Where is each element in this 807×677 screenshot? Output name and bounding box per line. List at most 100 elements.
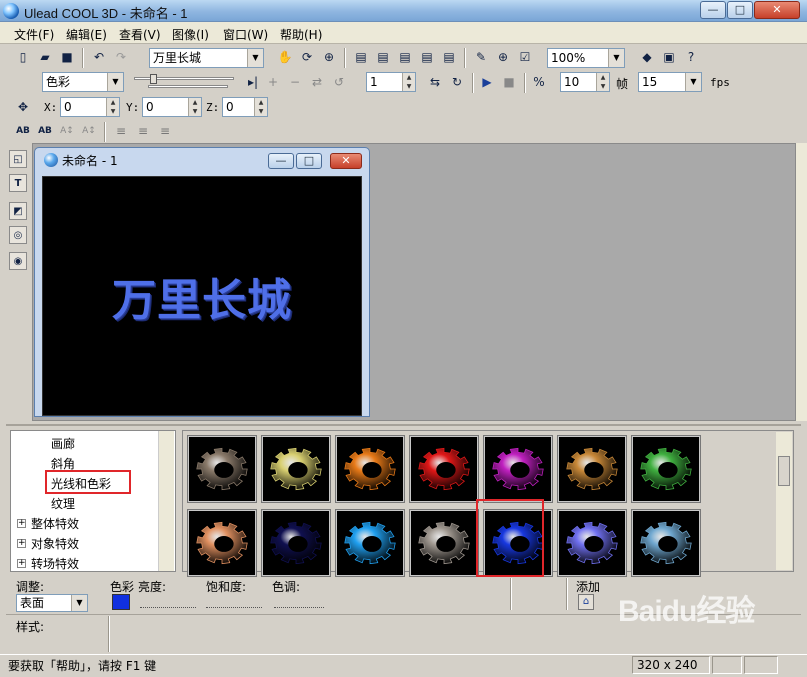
paint-icon[interactable]: ✎ bbox=[472, 48, 490, 66]
spin-arrows-icon[interactable]: ▲ ▼ bbox=[188, 98, 201, 116]
new-file-icon[interactable]: ▯ bbox=[14, 48, 32, 66]
hand-tool-icon[interactable]: ✋ bbox=[276, 48, 294, 66]
tree-group-global[interactable]: 整体特效 bbox=[31, 515, 79, 532]
tree-scrollbar[interactable] bbox=[158, 431, 174, 571]
preset-thumbnail[interactable] bbox=[557, 509, 627, 577]
open-folder-icon[interactable]: ▰ bbox=[36, 48, 54, 66]
doc-minimize-button[interactable]: — bbox=[268, 153, 294, 169]
menu-image[interactable]: 图像(I) bbox=[172, 26, 209, 43]
layer-4-icon[interactable]: ▤ bbox=[418, 48, 436, 66]
align-right-icon[interactable]: ≡ bbox=[156, 122, 174, 140]
add-key-icon[interactable]: + bbox=[264, 73, 282, 91]
expand-plus-icon[interactable]: + bbox=[17, 559, 26, 568]
preset-thumbnail[interactable] bbox=[631, 509, 701, 577]
brightness-slider[interactable] bbox=[140, 598, 196, 608]
effect-icon[interactable]: ◆ bbox=[638, 48, 656, 66]
preset-thumbnail[interactable] bbox=[335, 509, 405, 577]
tree-item-texture[interactable]: 纹理 bbox=[51, 495, 75, 512]
layer-3-icon[interactable]: ▤ bbox=[396, 48, 414, 66]
preset-thumbnail[interactable] bbox=[187, 509, 257, 577]
check-frame-icon[interactable]: ☑ bbox=[516, 48, 534, 66]
y-input[interactable]: 0 ▲ ▼ bbox=[142, 97, 202, 117]
maximize-button[interactable]: □ bbox=[727, 1, 753, 19]
doc-close-button[interactable]: ✕ bbox=[330, 153, 362, 169]
chevron-down-icon[interactable]: ▼ bbox=[608, 49, 624, 67]
layer-1-icon[interactable]: ▤ bbox=[352, 48, 370, 66]
text-style-3-button[interactable]: A↕ bbox=[58, 122, 76, 140]
slider-thumb[interactable] bbox=[150, 74, 157, 84]
spin-arrows-icon[interactable]: ▲ ▼ bbox=[596, 73, 609, 91]
percent-icon[interactable]: % bbox=[530, 73, 548, 91]
refresh-icon[interactable]: ↻ bbox=[448, 73, 466, 91]
tree-group-transition[interactable]: 转场特效 bbox=[31, 555, 79, 571]
gallery-scrollbar[interactable] bbox=[776, 432, 792, 570]
tree-item-gallery[interactable]: 画廊 bbox=[51, 435, 75, 452]
preset-thumbnail[interactable] bbox=[409, 435, 479, 503]
preset-thumbnail[interactable] bbox=[631, 435, 701, 503]
menu-window[interactable]: 窗口(W) bbox=[223, 26, 268, 43]
insert-text-icon[interactable]: T bbox=[9, 174, 27, 192]
redo-icon[interactable]: ↷ bbox=[112, 48, 130, 66]
chevron-down-icon[interactable]: ▼ bbox=[71, 595, 87, 611]
globe-icon[interactable]: ⊕ bbox=[494, 48, 512, 66]
menu-file[interactable]: 文件(F) bbox=[14, 26, 54, 43]
zoom-combo[interactable]: 100% ▼ bbox=[547, 48, 625, 68]
insert-geometry-icon[interactable]: ◱ bbox=[9, 150, 27, 168]
hue-slider[interactable] bbox=[274, 598, 324, 608]
layer-5-icon[interactable]: ▤ bbox=[440, 48, 458, 66]
swap-icon[interactable]: ⇆ bbox=[426, 73, 444, 91]
saturation-slider[interactable] bbox=[206, 598, 262, 608]
spin-arrows-icon[interactable]: ▲ ▼ bbox=[106, 98, 119, 116]
rotate-tool-icon[interactable]: ⟳ bbox=[298, 48, 316, 66]
text-style-4-button[interactable]: A↕ bbox=[80, 122, 98, 140]
stop-icon[interactable]: ■ bbox=[500, 73, 518, 91]
resize-tool-icon[interactable]: ⊕ bbox=[320, 48, 338, 66]
frames-combo[interactable]: 15 ▼ bbox=[638, 72, 702, 92]
menu-edit[interactable]: 编辑(E) bbox=[66, 26, 107, 43]
x-input[interactable]: 0 ▲ ▼ bbox=[60, 97, 120, 117]
preset-thumbnail[interactable] bbox=[409, 509, 479, 577]
canvas-3d-text[interactable]: 万里长城 bbox=[112, 264, 292, 328]
close-button[interactable]: ✕ bbox=[754, 1, 800, 19]
preset-thumbnail[interactable] bbox=[261, 509, 331, 577]
add-preset-icon[interactable]: ⌂ bbox=[578, 594, 594, 610]
save-icon[interactable]: ■ bbox=[58, 48, 76, 66]
speed-stepper[interactable]: 10 ▲ ▼ bbox=[560, 72, 610, 92]
remove-key-icon[interactable]: − bbox=[286, 73, 304, 91]
minimize-button[interactable]: — bbox=[700, 1, 726, 19]
text-style-1-button[interactable]: AB bbox=[14, 122, 32, 140]
adjust-combo[interactable]: 表面 ▼ bbox=[16, 594, 88, 612]
preset-thumbnail[interactable] bbox=[557, 435, 627, 503]
position-tool-icon[interactable]: ✥ bbox=[14, 98, 32, 116]
chevron-down-icon[interactable]: ▼ bbox=[685, 73, 701, 91]
doc-maximize-button[interactable]: □ bbox=[296, 153, 322, 169]
object-search-icon[interactable]: ◎ bbox=[9, 226, 27, 244]
export-icon[interactable]: ▣ bbox=[660, 48, 678, 66]
object-lathe-icon[interactable]: ◉ bbox=[9, 252, 27, 270]
preset-thumbnail[interactable] bbox=[261, 435, 331, 503]
color-swatch[interactable] bbox=[112, 594, 130, 610]
text-style-2-button[interactable]: AB bbox=[36, 122, 54, 140]
timeline-slider[interactable] bbox=[134, 74, 234, 90]
chevron-down-icon[interactable]: ▼ bbox=[247, 49, 263, 67]
reverse-icon[interactable]: ⇄ bbox=[308, 73, 326, 91]
play-icon[interactable]: ▶ bbox=[478, 73, 496, 91]
align-center-icon[interactable]: ≡ bbox=[134, 122, 152, 140]
object-edit-icon[interactable]: ◩ bbox=[9, 202, 27, 220]
menu-view[interactable]: 查看(V) bbox=[119, 26, 161, 43]
spin-arrows-icon[interactable]: ▲ ▼ bbox=[402, 73, 415, 91]
undo-icon[interactable]: ↶ bbox=[90, 48, 108, 66]
preset-thumbnail[interactable] bbox=[335, 435, 405, 503]
expand-plus-icon[interactable]: + bbox=[17, 519, 26, 528]
help-pointer-icon[interactable]: ? bbox=[682, 48, 700, 66]
workspace-scrollbar[interactable] bbox=[796, 143, 807, 421]
tree-group-object[interactable]: 对象特效 bbox=[31, 535, 79, 552]
preset-thumbnail[interactable] bbox=[483, 435, 553, 503]
layer-2-icon[interactable]: ▤ bbox=[374, 48, 392, 66]
chevron-down-icon[interactable]: ▼ bbox=[107, 73, 123, 91]
expand-plus-icon[interactable]: + bbox=[17, 539, 26, 548]
scroll-thumb[interactable] bbox=[778, 456, 790, 486]
end-frame-icon[interactable]: ▸| bbox=[244, 73, 262, 91]
menu-help[interactable]: 帮助(H) bbox=[280, 26, 322, 43]
align-left-icon[interactable]: ≡ bbox=[112, 122, 130, 140]
